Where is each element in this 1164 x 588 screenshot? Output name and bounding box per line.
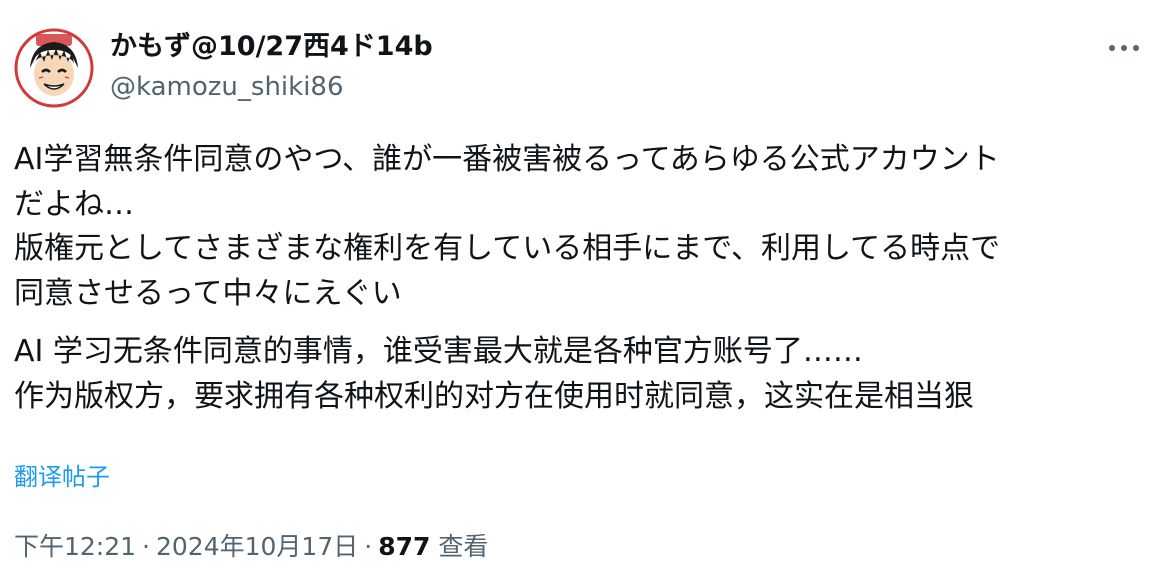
original-text: AI学習無条件同意のやつ、誰が一番被害被るってあらゆる公式アカウント だよね… … <box>14 142 1001 311</box>
avatar[interactable] <box>14 28 94 108</box>
post-time[interactable]: 下午12:21 <box>14 532 136 561</box>
more-horizontal-icon <box>1109 45 1139 51</box>
post-date[interactable]: 2024年10月17日 <box>156 532 358 561</box>
author-block: かもず@10/27西4ド14b @kamozu_shiki86 <box>110 30 433 104</box>
display-name[interactable]: かもず@10/27西4ド14b <box>110 30 433 64</box>
translated-text: AI 学习无条件同意的事情，谁受害最大就是各种官方账号了…… 作为版权方，要求拥… <box>14 334 974 414</box>
avatar-illustration <box>14 28 94 108</box>
translate-post-link[interactable]: 翻译帖子 <box>14 460 110 494</box>
more-options-button[interactable] <box>1106 36 1142 60</box>
tweet-card: かもず@10/27西4ド14b @kamozu_shiki86 AI学習無条件同… <box>0 0 1164 588</box>
tweet-meta: 下午12:21 · 2024年10月17日 · 877 查看 <box>14 530 488 564</box>
tweet-text: AI学習無条件同意のやつ、誰が一番被害被るってあらゆる公式アカウント だよね… … <box>14 138 1154 419</box>
user-handle[interactable]: @kamozu_shiki86 <box>110 70 433 104</box>
views-count: 877 <box>378 532 431 561</box>
views-label: 查看 <box>438 532 489 561</box>
meta-separator: · <box>364 532 373 561</box>
meta-separator: · <box>142 532 150 561</box>
